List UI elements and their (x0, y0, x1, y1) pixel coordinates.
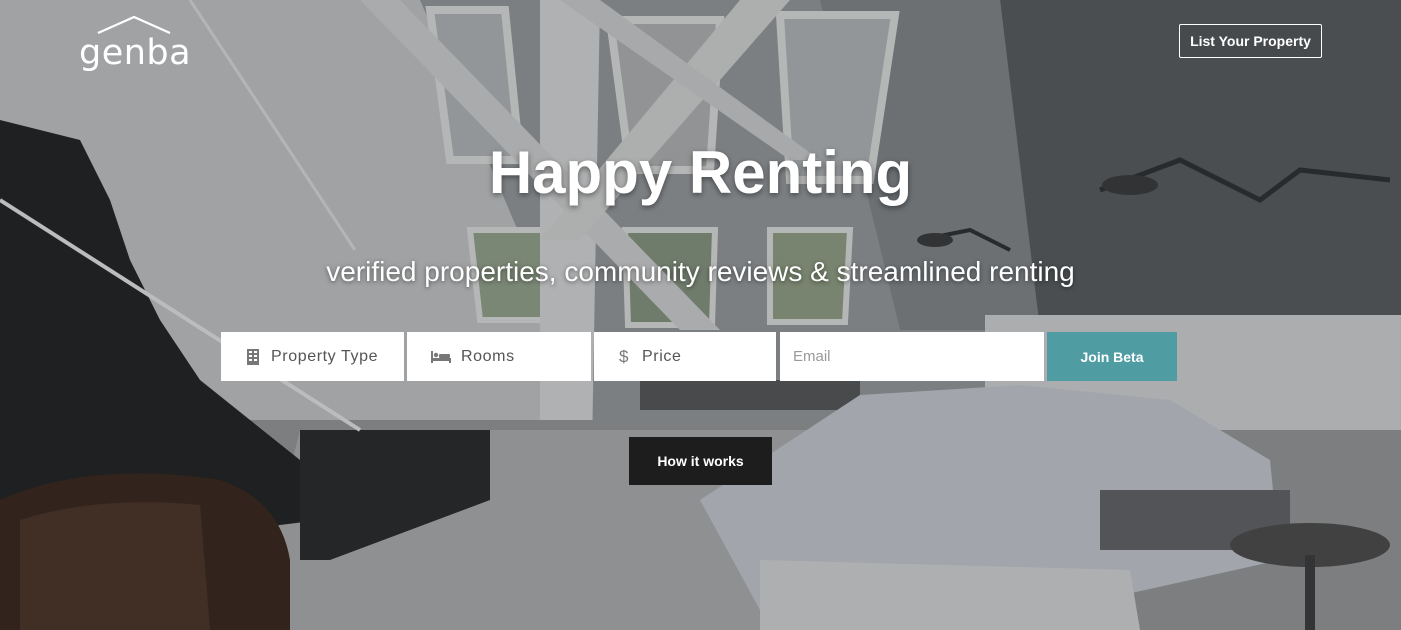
email-input[interactable] (780, 332, 1044, 381)
rooms-label: Rooms (461, 347, 515, 365)
hero-background-image (0, 0, 1401, 630)
property-type-select[interactable]: Property Type (221, 332, 404, 381)
bed-icon (431, 349, 451, 365)
building-icon (245, 348, 261, 365)
genba-logo[interactable]: genba (79, 15, 191, 75)
price-select[interactable]: $ Price (594, 332, 776, 381)
dollar-icon: $ (618, 346, 630, 366)
price-label: Price (642, 347, 682, 365)
how-it-works-button[interactable]: How it works (629, 437, 772, 485)
hero-subtitle: verified properties, community reviews &… (326, 256, 1075, 287)
logo-wordmark: genba (79, 33, 192, 73)
list-your-property-button[interactable]: List Your Property (1179, 24, 1322, 58)
hero-title: Happy Renting (488, 139, 913, 206)
rooms-select[interactable]: Rooms (407, 332, 591, 381)
join-beta-button[interactable]: Join Beta (1047, 332, 1177, 381)
property-type-label: Property Type (271, 347, 379, 365)
